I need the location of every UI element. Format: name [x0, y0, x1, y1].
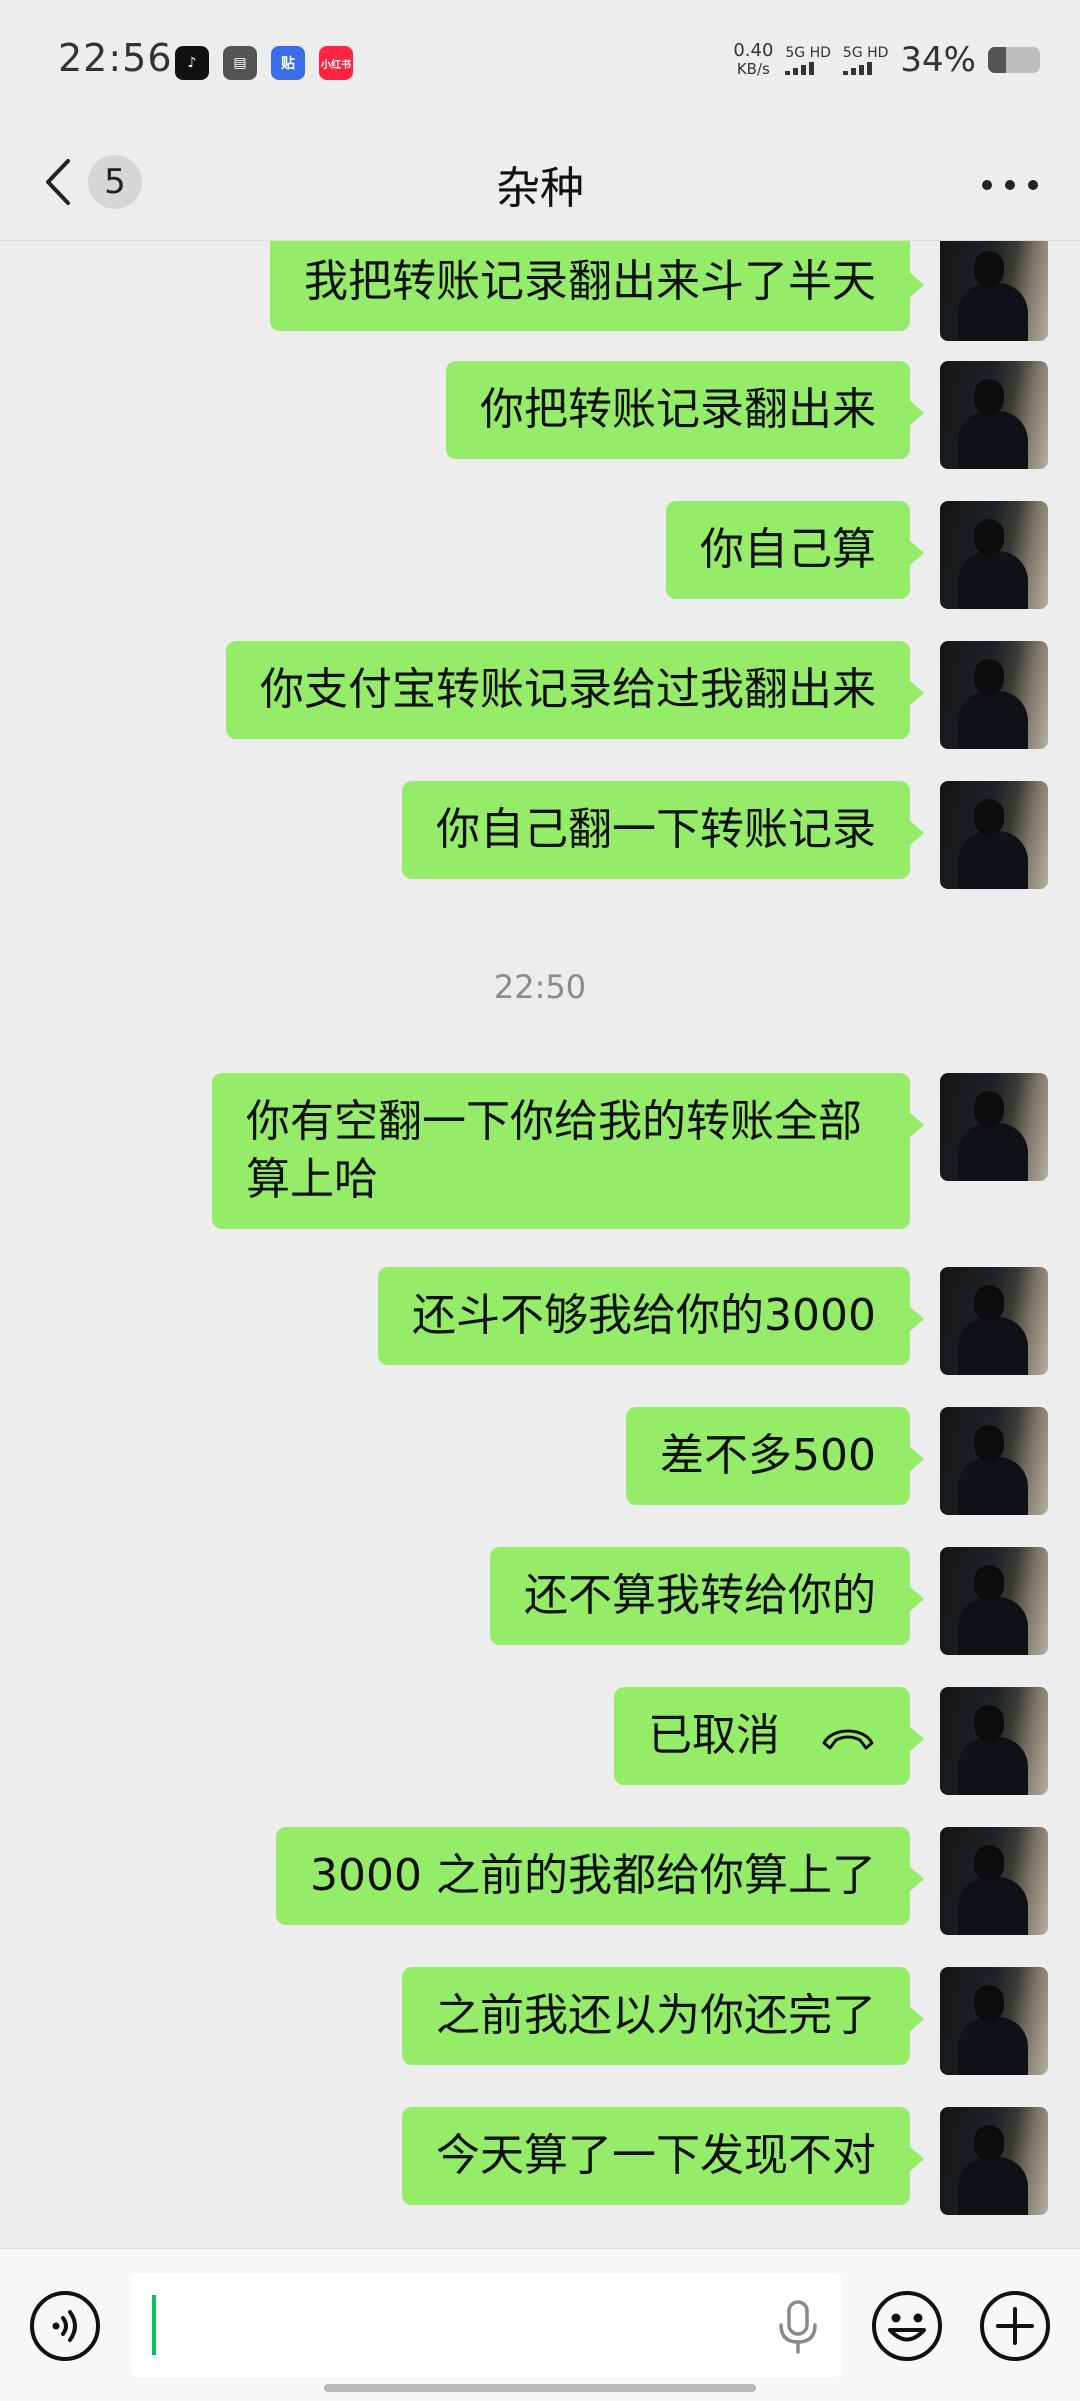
avatar[interactable]	[940, 241, 1048, 341]
chat-header: 5 杂种	[0, 130, 1080, 241]
more-options-button[interactable]	[982, 170, 1038, 200]
avatar[interactable]	[940, 781, 1048, 889]
message-bubble[interactable]: 差不多500	[626, 1407, 924, 1505]
time-divider: 22:50	[493, 968, 587, 1006]
message-row: 你自己算	[666, 501, 1048, 609]
status-bar: 22:56 ♪ ▤ 贴 小红书 0.40 KB/s 5G HD 5G HD 34…	[0, 0, 1080, 130]
message-bubble[interactable]: 3000 之前的我都给你算上了	[276, 1827, 924, 1925]
message-bubble[interactable]: 你支付宝转账记录给过我翻出来	[226, 641, 924, 739]
emoji-button[interactable]	[870, 2289, 944, 2363]
message-row: 还不算我转给你的	[490, 1547, 1048, 1655]
message-row: 你支付宝转账记录给过我翻出来	[226, 641, 1048, 749]
avatar[interactable]	[940, 1407, 1048, 1515]
message-row: 差不多500	[626, 1407, 1048, 1515]
tieba-icon: 贴	[271, 46, 305, 80]
message-bubble[interactable]: 今天算了一下发现不对	[402, 2107, 924, 2205]
avatar[interactable]	[940, 1547, 1048, 1655]
battery-level	[988, 47, 1006, 73]
avatar[interactable]	[940, 641, 1048, 749]
call-cancelled-bubble[interactable]: 已取消	[614, 1687, 924, 1785]
microphone-icon[interactable]	[776, 2299, 820, 2355]
message-row: 你把转账记录翻出来	[446, 361, 1048, 469]
dot-icon	[1005, 180, 1015, 190]
message-row: 还斗不够我给你的3000	[378, 1267, 1048, 1375]
wallet-icon: ▤	[223, 46, 257, 80]
message-bubble[interactable]: 你自己翻一下转账记录	[402, 781, 924, 879]
home-indicator[interactable]	[324, 2384, 756, 2392]
call-status-text: 已取消	[648, 1710, 780, 1761]
avatar[interactable]	[940, 501, 1048, 609]
dot-icon	[982, 180, 992, 190]
status-app-icons: ♪ ▤ 贴 小红书	[175, 46, 353, 80]
avatar[interactable]	[940, 1267, 1048, 1375]
avatar[interactable]	[940, 1687, 1048, 1795]
message-bubble[interactable]: 你把转账记录翻出来	[446, 361, 924, 459]
status-right: 0.40 KB/s 5G HD 5G HD 34%	[733, 40, 1040, 80]
message-row: 我把转账记录翻出来斗了半天	[270, 241, 1048, 341]
message-input[interactable]	[130, 2273, 842, 2377]
message-row: 你有空翻一下你给我的转账全部算上哈	[212, 1073, 1048, 1229]
message-row: 今天算了一下发现不对	[402, 2107, 1048, 2215]
network-speed: 0.40 KB/s	[733, 40, 774, 79]
avatar[interactable]	[940, 1967, 1048, 2075]
avatar[interactable]	[940, 361, 1048, 469]
message-row: 你自己翻一下转账记录	[402, 781, 1048, 889]
text-cursor	[152, 2295, 156, 2355]
xiaohongshu-icon: 小红书	[319, 46, 353, 80]
message-bubble[interactable]: 我把转账记录翻出来斗了半天	[270, 241, 924, 331]
message-bubble[interactable]: 之前我还以为你还完了	[402, 1967, 924, 2065]
message-bubble[interactable]: 你自己算	[666, 501, 924, 599]
status-time: 22:56	[58, 36, 173, 80]
chat-title: 杂种	[496, 163, 584, 214]
phone-hangup-icon	[822, 1729, 874, 1750]
battery-icon	[988, 47, 1040, 73]
dot-icon	[1028, 180, 1038, 190]
sim2-signal-icon: 5G HD	[842, 45, 888, 75]
add-attachment-button[interactable]	[978, 2289, 1052, 2363]
battery-percent: 34%	[900, 40, 976, 80]
message-bubble[interactable]: 还斗不够我给你的3000	[378, 1267, 924, 1365]
message-bubble[interactable]: 你有空翻一下你给我的转账全部算上哈	[212, 1073, 924, 1229]
voice-mode-button[interactable]	[28, 2289, 102, 2363]
message-row: 之前我还以为你还完了	[402, 1967, 1048, 2075]
sim1-signal-icon: 5G HD	[785, 45, 831, 75]
avatar[interactable]	[940, 1827, 1048, 1935]
avatar[interactable]	[940, 2107, 1048, 2215]
message-row: 已取消	[614, 1687, 1048, 1795]
message-bubble[interactable]: 还不算我转给你的	[490, 1547, 924, 1645]
message-list[interactable]: 我把转账记录翻出来斗了半天 你把转账记录翻出来 你自己算 你支付宝转账记录给过我…	[0, 241, 1080, 2239]
tiktok-icon: ♪	[175, 46, 209, 80]
avatar[interactable]	[940, 1073, 1048, 1181]
message-row: 3000 之前的我都给你算上了	[276, 1827, 1048, 1935]
input-bar	[0, 2248, 1080, 2401]
